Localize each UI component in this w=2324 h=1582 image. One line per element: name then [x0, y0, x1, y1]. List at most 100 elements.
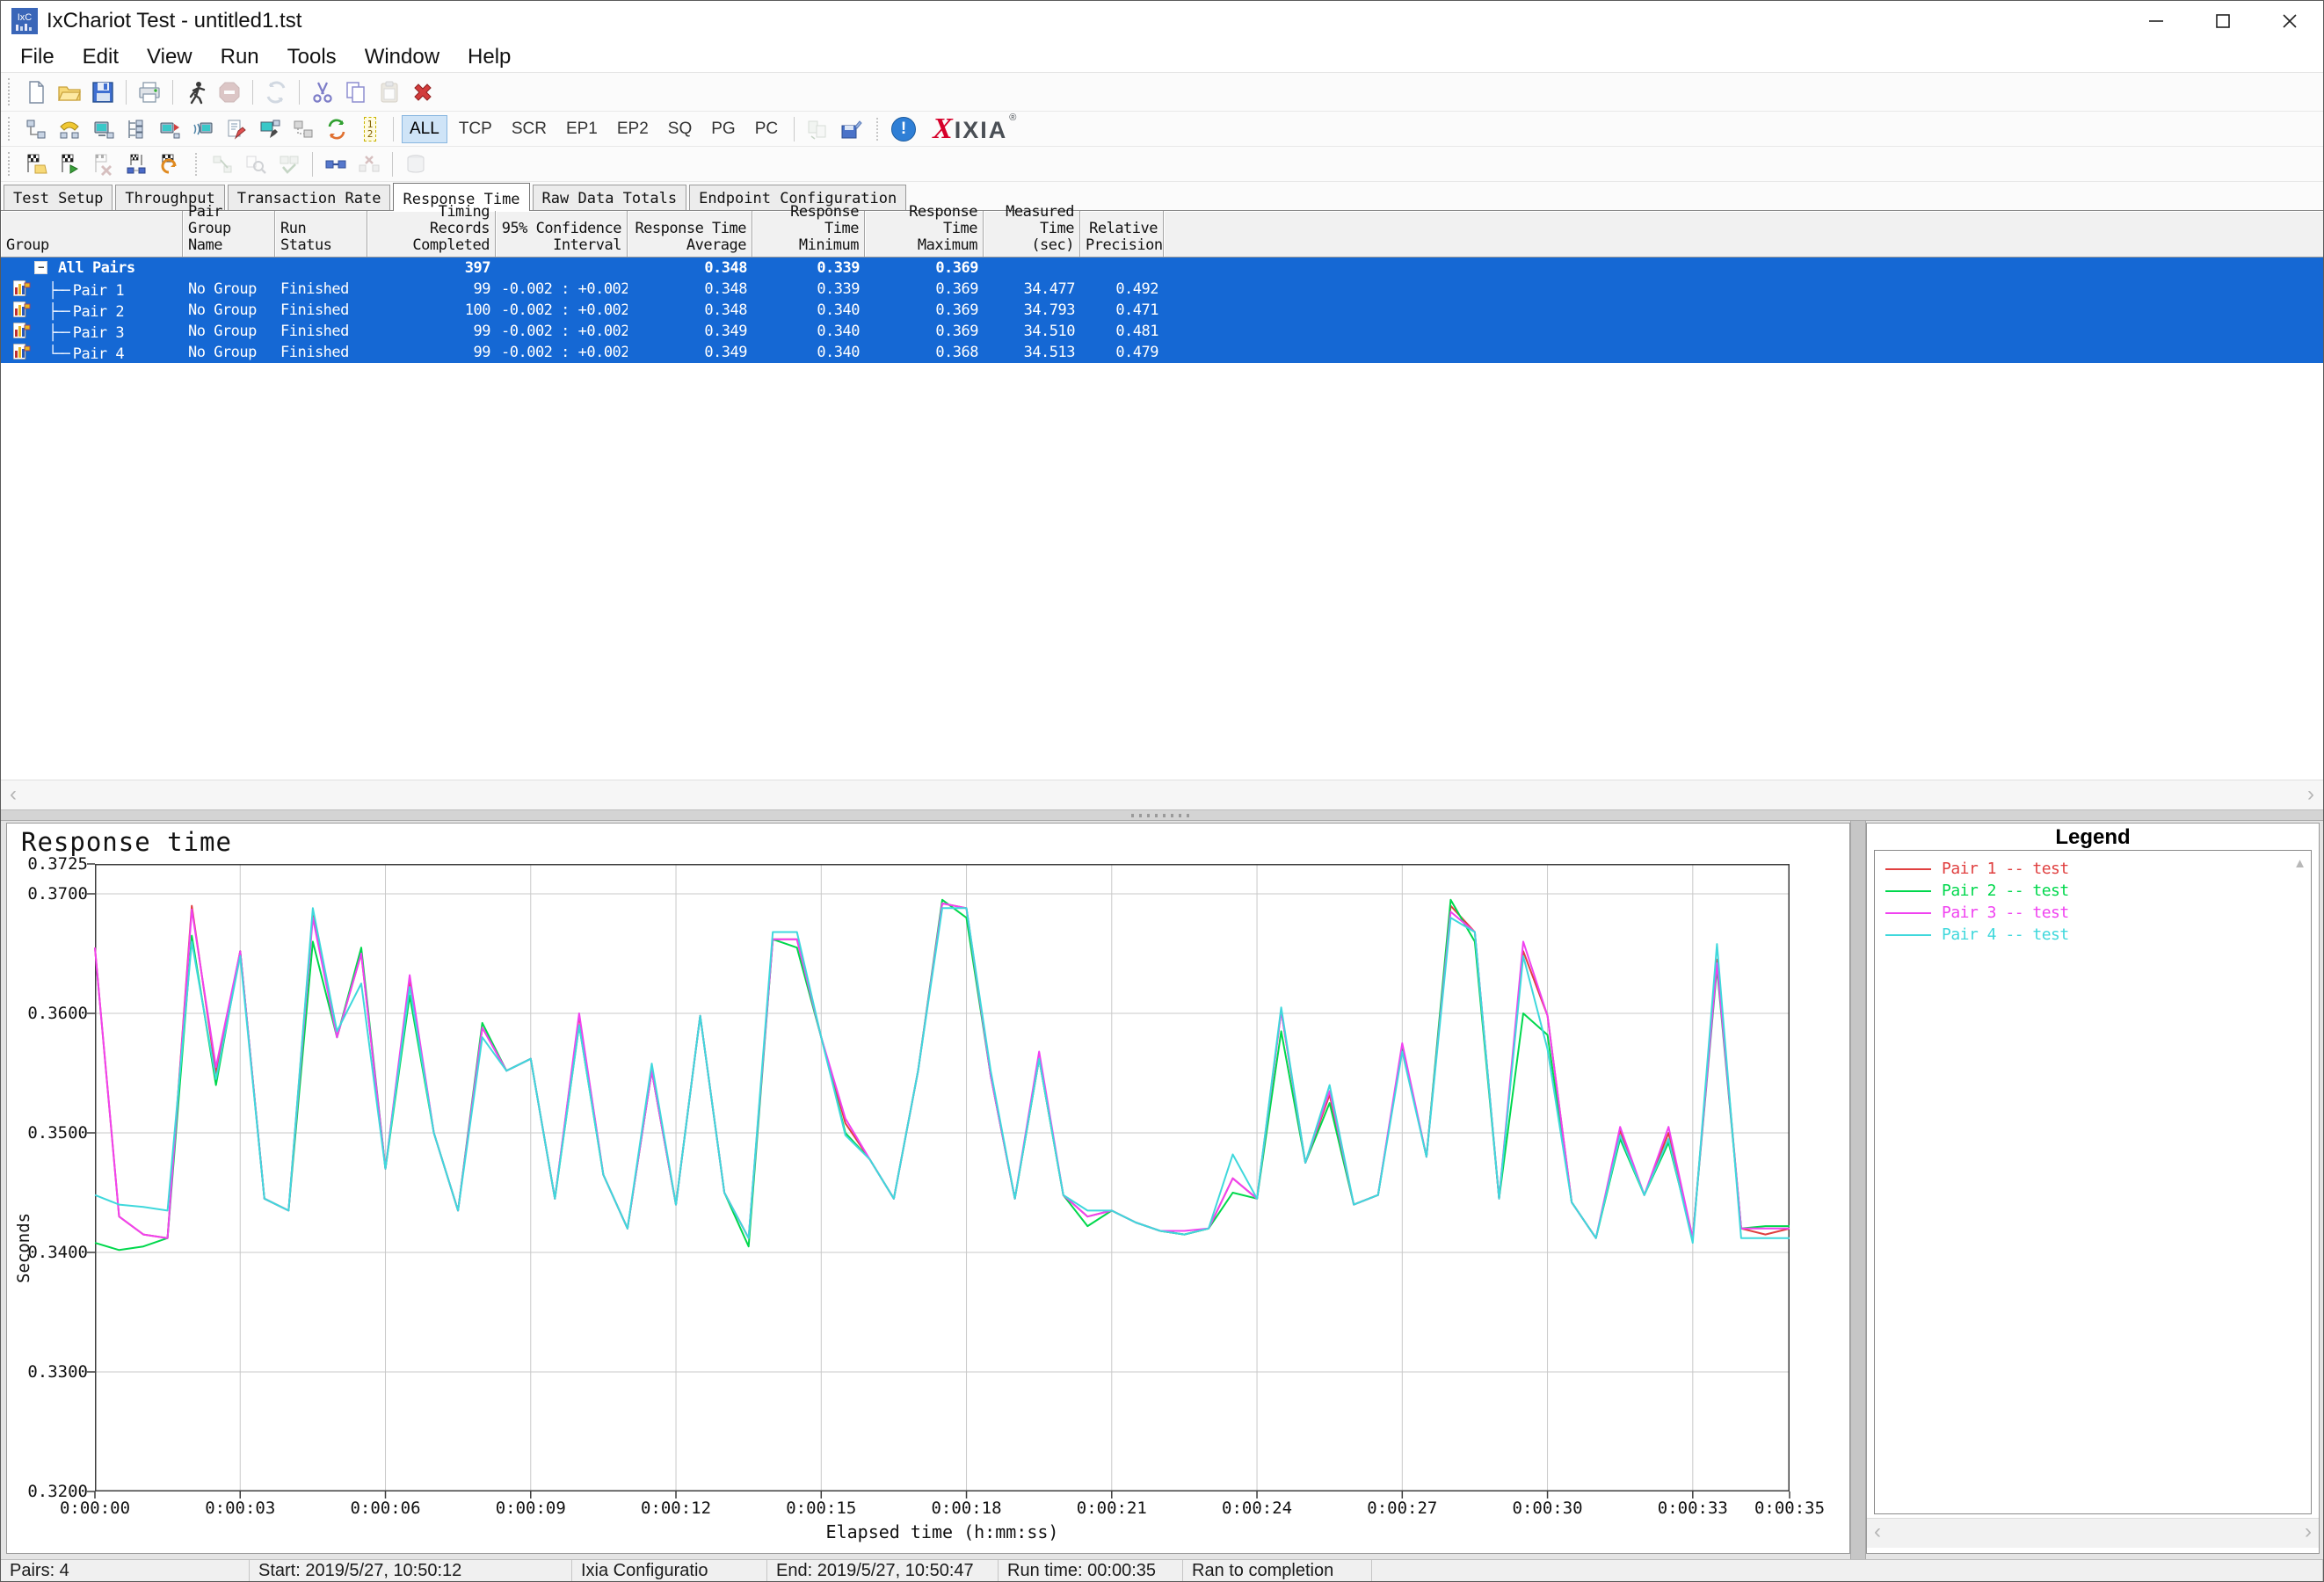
rerun-test-icon[interactable] — [261, 77, 291, 107]
print-icon[interactable] — [134, 77, 164, 107]
mode-button-pc[interactable]: PC — [747, 115, 786, 143]
menu-edit[interactable]: Edit — [69, 41, 133, 72]
cell-timing_records_completed: 99 — [473, 280, 491, 298]
delete-icon[interactable] — [408, 77, 438, 107]
legend-pane: Legend Pair 1 -- test Pair 2 -- test Pair … — [1866, 823, 2320, 1554]
save-results-icon[interactable] — [836, 114, 866, 144]
info-icon[interactable]: ! — [889, 114, 919, 144]
legend-horizontal-scrollbar[interactable]: ‹ › — [1867, 1518, 2319, 1548]
maximize-button[interactable] — [2190, 1, 2256, 41]
tab-raw-data-totals[interactable]: Raw Data Totals — [532, 185, 687, 210]
legend-item[interactable]: Pair 4 -- test — [1878, 924, 2307, 946]
archive-results-icon[interactable] — [401, 149, 431, 179]
cell-relative_precision — [1080, 258, 1164, 279]
scroll-right-icon[interactable]: › — [2307, 782, 2314, 807]
mode-button-sq[interactable]: SQ — [660, 115, 700, 143]
copy-icon[interactable] — [341, 77, 371, 107]
run-test-icon[interactable] — [181, 77, 211, 107]
column-header-response_time_maximum[interactable]: Response Time Maximum — [865, 204, 984, 257]
run-report-icon[interactable] — [155, 149, 185, 179]
add-video-multicast-icon[interactable] — [155, 114, 185, 144]
link-pairs-icon[interactable] — [321, 149, 351, 179]
mode-button-tcp[interactable]: TCP — [451, 115, 500, 143]
minimize-button[interactable] — [2123, 1, 2190, 41]
table-row[interactable]: ├── Pair 1 No Group Finished 99 -0.002 : +0.0… — [1, 279, 2323, 300]
connect-endpoints-icon[interactable] — [207, 149, 237, 179]
table-row[interactable]: ├── Pair 3 No Group Finished 99 -0.002 : +0.0… — [1, 321, 2323, 342]
cut-icon[interactable] — [308, 77, 338, 107]
compare-runs-icon[interactable] — [54, 149, 84, 179]
scroll-right-icon[interactable]: › — [2305, 1520, 2312, 1544]
table-row[interactable]: − All Pairs 397 0.348 0.339 0.369 — [1, 258, 2323, 279]
mode-button-all[interactable]: ALL — [402, 114, 447, 143]
poll-endpoints-icon[interactable] — [241, 149, 271, 179]
collapse-icon[interactable]: − — [34, 261, 47, 274]
toolbar-grip[interactable] — [8, 151, 12, 177]
mode-button-scr[interactable]: SCR — [504, 115, 555, 143]
mode-button-pg[interactable]: PG — [703, 115, 743, 143]
open-test-icon[interactable] — [54, 77, 84, 107]
column-header-response_time_minimum[interactable]: Response Time Minimum — [752, 204, 865, 257]
paste-icon[interactable] — [374, 77, 404, 107]
column-header-relative_precision[interactable]: Relative Precision — [1080, 211, 1164, 257]
status-segment-4: End: 2019/5/27, 10:50:47 — [767, 1560, 999, 1581]
tab-test-setup[interactable]: Test Setup — [4, 185, 113, 210]
abort-run-icon[interactable] — [88, 149, 118, 179]
renumber-pairs-icon[interactable]: 1 2 — [355, 114, 385, 144]
toolbar-grip[interactable] — [8, 78, 12, 105]
mode-button-ep2[interactable]: EP2 — [609, 115, 657, 143]
toolbar-grip[interactable] — [8, 116, 12, 142]
stop-test-icon[interactable] — [214, 77, 244, 107]
edit-video-pair-icon[interactable] — [255, 114, 285, 144]
scroll-left-icon[interactable]: ‹ — [1874, 1520, 1881, 1544]
legend-item[interactable]: Pair 3 -- test — [1878, 902, 2307, 924]
column-header-filler — [1164, 211, 2323, 257]
verify-endpoints-icon[interactable] — [274, 149, 304, 179]
new-test-icon[interactable] — [21, 77, 51, 107]
pane-divider[interactable] — [1850, 821, 1866, 1559]
x-tick-label: 0:00:12 — [640, 1499, 712, 1518]
menu-run[interactable]: Run — [207, 41, 273, 72]
replicate-pair-icon[interactable] — [288, 114, 318, 144]
mode-button-ep1[interactable]: EP1 — [558, 115, 606, 143]
cell-response_time_minimum: 0.339 — [817, 280, 860, 298]
legend-item[interactable]: Pair 1 -- test — [1878, 858, 2307, 880]
column-header-confidence_interval[interactable]: 95% Confidence Interval — [496, 211, 628, 257]
swap-endpoints-icon[interactable] — [322, 114, 352, 144]
column-header-pair_group_name[interactable]: Pair Group Name — [183, 204, 275, 257]
unlink-pairs-icon[interactable] — [354, 149, 384, 179]
cell-group: └── Pair 4 — [1, 342, 183, 363]
cell-response_time_minimum: 0.340 — [817, 344, 860, 361]
column-header-measured_time_sec[interactable]: Measured Time (sec) — [984, 204, 1080, 257]
add-pair-icon[interactable] — [21, 114, 51, 144]
close-button[interactable] — [2256, 1, 2323, 41]
add-hardware-multicast-icon[interactable] — [188, 114, 218, 144]
x-tick-label: 0:00:30 — [1512, 1499, 1583, 1518]
menu-window[interactable]: Window — [351, 41, 454, 72]
y-tick-label: 0.3500 — [27, 1123, 88, 1143]
horizontal-scrollbar[interactable]: ‹ › — [1, 780, 2323, 809]
edit-pair-icon[interactable] — [222, 114, 251, 144]
table-row[interactable]: └── Pair 4 No Group Finished 99 -0.002 : +0.0… — [1, 342, 2323, 363]
copy-run-icon[interactable] — [803, 114, 832, 144]
column-header-group[interactable]: Group — [1, 211, 183, 257]
run-options-icon[interactable] — [21, 149, 51, 179]
menu-tools[interactable]: Tools — [273, 41, 351, 72]
scroll-left-icon[interactable]: ‹ — [10, 782, 17, 807]
add-multiple-pairs-icon[interactable] — [121, 114, 151, 144]
menu-view[interactable]: View — [133, 41, 207, 72]
multi-run-icon[interactable] — [121, 149, 151, 179]
menu-help[interactable]: Help — [454, 41, 525, 72]
x-tick-label: 0:00:06 — [350, 1499, 421, 1518]
scroll-up-icon[interactable]: ▲ — [2293, 856, 2306, 871]
add-video-pair-icon[interactable] — [88, 114, 118, 144]
menu-file[interactable]: File — [6, 41, 69, 72]
save-test-icon[interactable] — [88, 77, 118, 107]
column-header-response_time_average[interactable]: Response Time Average — [628, 211, 752, 257]
column-header-run_status[interactable]: Run Status — [275, 211, 367, 257]
table-row[interactable]: ├── Pair 2 No Group Finished 100 -0.002 : +0.… — [1, 300, 2323, 321]
column-header-timing_records_completed[interactable]: Timing Records Completed — [367, 204, 496, 257]
add-voip-pair-icon[interactable] — [54, 114, 84, 144]
pane-splitter[interactable] — [1, 809, 2323, 821]
legend-item[interactable]: Pair 2 -- test — [1878, 880, 2307, 902]
